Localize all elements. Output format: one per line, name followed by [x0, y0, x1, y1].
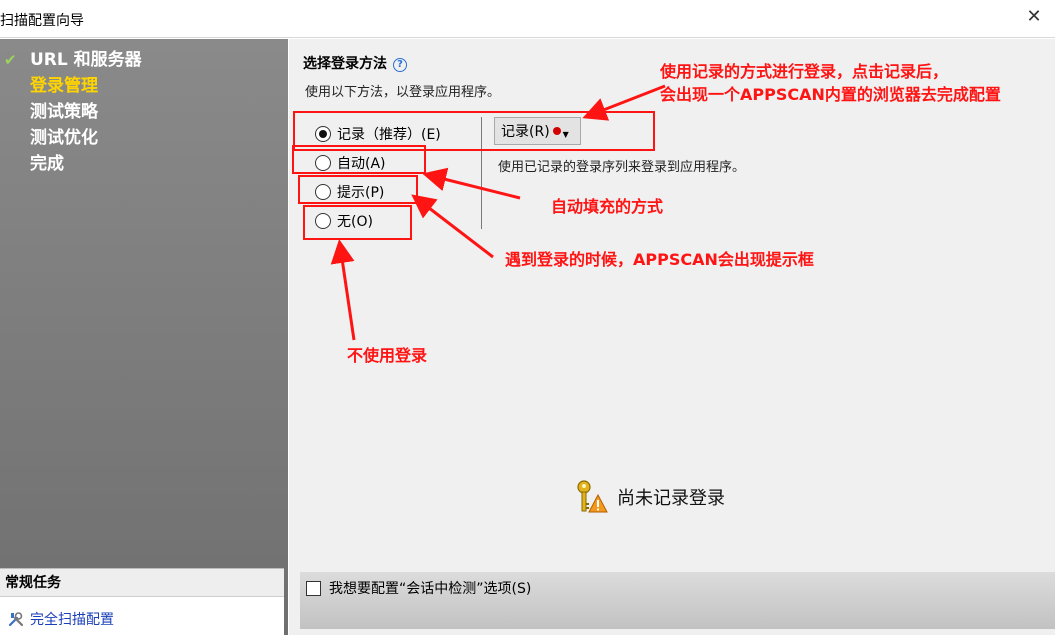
radio-button[interactable]	[315, 155, 331, 171]
session-detection-option[interactable]: 我想要配置“会话中检测”选项(S)	[306, 578, 531, 598]
key-warning-icon	[577, 480, 608, 513]
wizard-sidebar: ✔ URL 和服务器 登录管理 测试策略 测试优化 完成 常规任务 完全扫描配置	[0, 39, 288, 635]
check-icon: ✔	[4, 51, 17, 69]
task-link-label: 完全扫描配置	[30, 612, 114, 628]
close-icon[interactable]: ✕	[1025, 8, 1043, 26]
window-title: 扫描配置向导	[0, 13, 84, 29]
radio-label: 记录（推荐）(E)	[337, 127, 441, 143]
radio-button[interactable]	[315, 213, 331, 229]
step-label: 测试策略	[30, 102, 98, 122]
instruction-text: 使用以下方法，以登录应用程序。	[305, 85, 501, 100]
common-tasks-panel: 常规任务 完全扫描配置	[0, 568, 284, 635]
none-callout: 不使用登录	[347, 346, 428, 365]
record-dot-icon	[552, 127, 561, 135]
help-icon[interactable]: ?	[393, 58, 407, 72]
record-callout: 使用记录的方式进行登录，点击记录后， 会出现一个APPSCAN内置的浏览器去完成…	[660, 60, 1001, 106]
step-label: 登录管理	[30, 76, 98, 96]
bottom-options-bar: 我想要配置“会话中检测”选项(S)	[300, 572, 1055, 629]
vertical-divider	[481, 117, 482, 229]
step-label: 完成	[30, 154, 64, 174]
login-status: 尚未记录登录	[573, 479, 725, 515]
radio-button[interactable]	[315, 184, 331, 200]
step-label: URL 和服务器	[30, 50, 142, 70]
wizard-steps: ✔ URL 和服务器 登录管理 测试策略 测试优化 完成	[0, 47, 288, 177]
radio-none[interactable]: 无(O)	[315, 211, 373, 231]
step-url-server[interactable]: ✔ URL 和服务器	[0, 47, 288, 73]
common-tasks-title: 常规任务	[0, 569, 284, 597]
record-description: 使用已记录的登录序列来登录到应用程序。	[498, 160, 746, 175]
record-button-label: 记录(R)	[501, 124, 550, 140]
section-title-text: 选择登录方法	[303, 56, 387, 72]
radio-prompt[interactable]: 提示(P)	[315, 182, 384, 202]
session-detection-checkbox[interactable]	[306, 580, 321, 596]
auto-callout: 自动填充的方式	[551, 197, 664, 216]
main-panel: 选择登录方法? 使用以下方法，以登录应用程序。 记录（推荐）(E) 自动(A) …	[289, 39, 1055, 635]
radio-label: 提示(P)	[337, 185, 385, 201]
checkbox-label: 我想要配置“会话中检测”选项(S)	[329, 581, 532, 597]
full-scan-config-link[interactable]: 完全扫描配置	[8, 609, 114, 629]
section-title: 选择登录方法?	[303, 53, 407, 73]
radio-label: 自动(A)	[337, 156, 386, 172]
callout-line: 会出现一个APPSCAN内置的浏览器去完成配置	[660, 85, 1001, 104]
tools-icon	[8, 612, 24, 627]
step-test-optimization[interactable]: 测试优化	[0, 125, 288, 151]
title-bar: 扫描配置向导 ✕	[0, 0, 1055, 38]
prompt-callout: 遇到登录的时候，APPSCAN会出现提示框	[505, 250, 814, 269]
dropdown-caret-icon: ▼	[562, 129, 569, 139]
step-test-policy[interactable]: 测试策略	[0, 99, 288, 125]
radio-label: 无(O)	[337, 214, 373, 230]
radio-button[interactable]	[315, 126, 331, 142]
status-text: 尚未记录登录	[617, 488, 725, 509]
record-button[interactable]: 记录(R) ▼	[494, 117, 581, 145]
step-login-management[interactable]: 登录管理	[0, 73, 288, 99]
radio-auto[interactable]: 自动(A)	[315, 153, 386, 173]
callout-line: 使用记录的方式进行登录，点击记录后，	[660, 62, 949, 81]
radio-record[interactable]: 记录（推荐）(E)	[315, 124, 441, 144]
step-label: 测试优化	[30, 128, 98, 148]
step-finish[interactable]: 完成	[0, 151, 288, 177]
